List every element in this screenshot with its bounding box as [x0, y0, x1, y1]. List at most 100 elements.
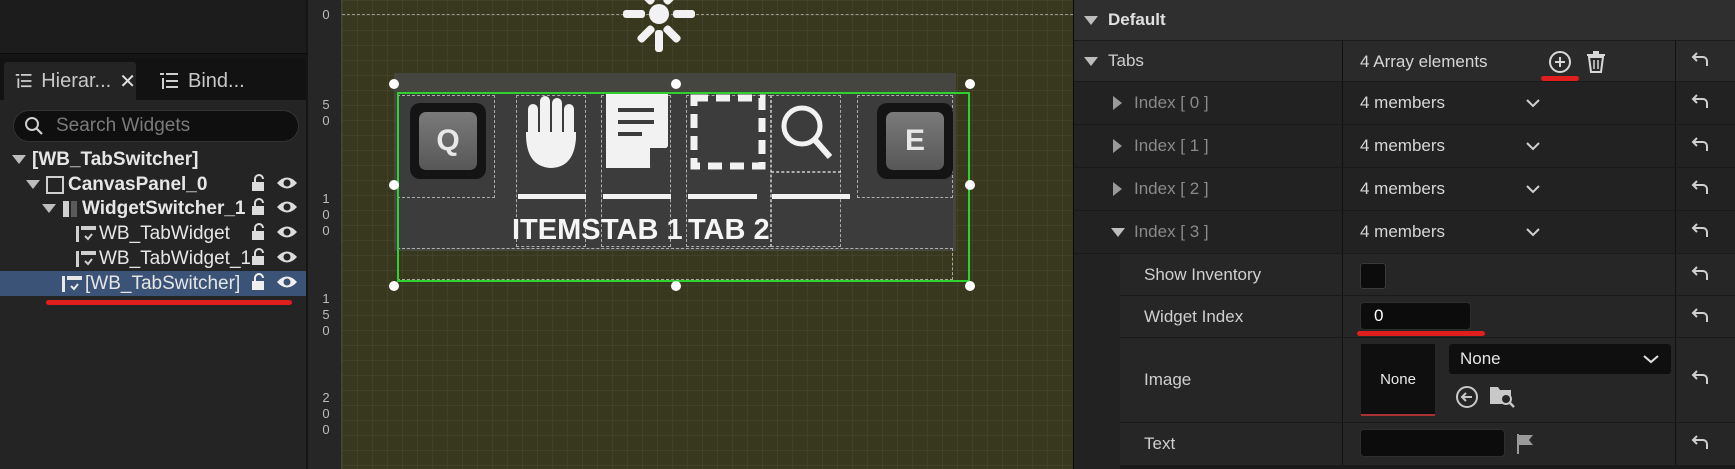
expand-arrow-icon[interactable] — [42, 204, 56, 213]
tree-item-label: WB_TabWidget_1 — [99, 247, 251, 269]
reset-arrow-icon[interactable] — [1689, 135, 1711, 157]
browse-asset-icon[interactable] — [1489, 383, 1517, 409]
vertical-ruler: 0 5 0 1 0 0 1 5 0 2 0 0 — [308, 0, 342, 469]
tab-hierarchy[interactable]: Hierar... ✕ — [4, 62, 136, 100]
chevron-down-icon[interactable] — [1526, 141, 1540, 151]
throbber-icon — [623, 0, 695, 52]
unlock-icon[interactable] — [250, 273, 268, 291]
property-name: Tabs — [1108, 51, 1144, 70]
chevron-down-icon[interactable] — [1526, 98, 1540, 108]
unlock-icon[interactable] — [250, 198, 268, 216]
ruler-digit: 1 — [322, 191, 330, 206]
image-asset-dropdown[interactable]: None — [1449, 344, 1671, 374]
add-element-icon[interactable] — [1548, 50, 1572, 74]
eye-icon[interactable] — [276, 224, 298, 240]
expand-arrow-icon[interactable] — [1113, 96, 1122, 110]
expand-arrow-icon[interactable] — [12, 155, 26, 164]
design-canvas[interactable]: Q E ITEMS TAB 1 TAB 2 — [342, 0, 1078, 469]
details-panel: Default Tabs 4 Array elements Index [ 0 … — [1073, 0, 1735, 469]
tree-item-label: WB_TabWidget — [99, 222, 230, 244]
widget-index-input[interactable]: 0 — [1360, 302, 1471, 330]
tree-item-label: [WB_TabSwitcher] — [32, 148, 199, 170]
use-selected-asset-icon[interactable] — [1455, 385, 1479, 409]
list-icon — [160, 73, 178, 89]
canvas-panel-icon — [46, 175, 64, 194]
expand-arrow-icon[interactable] — [1113, 182, 1122, 196]
hierarchy-tabbar: Hierar... ✕ Bind... — [0, 58, 306, 100]
reset-arrow-icon[interactable] — [1689, 178, 1711, 200]
red-annotation-underline — [46, 300, 292, 305]
reset-arrow-icon[interactable] — [1689, 92, 1711, 114]
resize-handle[interactable] — [965, 180, 975, 190]
trash-icon[interactable] — [1585, 50, 1607, 74]
reset-arrow-icon[interactable] — [1689, 306, 1711, 328]
property-name: Show Inventory — [1144, 264, 1262, 284]
reset-arrow-icon[interactable] — [1689, 50, 1711, 72]
designer-viewport[interactable]: 0 5 0 1 0 0 1 5 0 2 0 0 Q E ITEMS TAB 1 … — [308, 0, 1078, 469]
resize-handle[interactable] — [965, 79, 975, 89]
row-icons — [250, 223, 298, 241]
resize-handle[interactable] — [671, 281, 681, 291]
resize-handle[interactable] — [965, 281, 975, 291]
resize-handle[interactable] — [671, 79, 681, 89]
property-text: Text — [1120, 423, 1735, 465]
ruler-digit: 0 — [322, 323, 330, 338]
eye-icon[interactable] — [276, 175, 298, 191]
tab-hierarchy-label: Hierar... — [41, 69, 112, 92]
expand-arrow-icon[interactable] — [1113, 139, 1122, 153]
property-index-1[interactable]: Index [ 1 ] 4 members — [1074, 125, 1735, 167]
expand-arrow-icon[interactable] — [26, 180, 40, 189]
row-icons — [250, 174, 298, 192]
hierarchy-tree: [WB_TabSwitcher] CanvasPanel_0 WidgetSwi… — [0, 100, 306, 469]
category-header-default[interactable]: Default — [1074, 0, 1735, 40]
show-inventory-checkbox[interactable] — [1360, 263, 1386, 289]
resize-handle[interactable] — [389, 79, 399, 89]
user-widget-icon — [76, 225, 96, 242]
unlock-icon[interactable] — [250, 174, 268, 192]
close-icon[interactable]: ✕ — [119, 69, 136, 94]
collapse-arrow-icon[interactable] — [1084, 56, 1098, 66]
chevron-down-icon — [1643, 355, 1659, 364]
property-image: Image None None — [1120, 338, 1735, 422]
eye-icon[interactable] — [276, 274, 298, 290]
property-value: 4 members — [1360, 179, 1446, 198]
reset-arrow-icon[interactable] — [1689, 433, 1711, 455]
ruler-digit: 0 — [322, 223, 330, 238]
collapse-arrow-icon[interactable] — [1111, 227, 1125, 237]
tree-item-tabwidget-1[interactable]: WB_TabWidget_1 — [0, 246, 306, 271]
text-input[interactable] — [1360, 429, 1505, 457]
chevron-down-icon[interactable] — [1526, 184, 1540, 194]
property-index-2[interactable]: Index [ 2 ] 4 members — [1074, 168, 1735, 210]
red-annotation-underline — [1541, 76, 1579, 81]
resize-handle[interactable] — [389, 180, 399, 190]
tree-item-widgetswitcher[interactable]: WidgetSwitcher_1 — [0, 196, 306, 221]
unlock-icon[interactable] — [250, 223, 268, 241]
row-icons — [250, 273, 298, 291]
property-show-inventory: Show Inventory — [1120, 254, 1735, 295]
reset-arrow-icon[interactable] — [1689, 221, 1711, 243]
reset-arrow-icon[interactable] — [1689, 368, 1711, 390]
indent-strip — [1074, 254, 1120, 469]
resize-handle[interactable] — [389, 281, 399, 291]
ruler-digit: 1 — [322, 291, 330, 306]
unlock-icon[interactable] — [250, 248, 268, 266]
search-input[interactable] — [56, 115, 276, 137]
chevron-down-icon[interactable] — [1526, 227, 1540, 237]
property-index-0[interactable]: Index [ 0 ] 4 members — [1074, 82, 1735, 124]
tree-item-root[interactable]: [WB_TabSwitcher] — [0, 147, 306, 172]
tab-bindings[interactable]: Bind... — [148, 62, 268, 100]
image-thumbnail[interactable]: None — [1361, 344, 1435, 416]
tree-item-tabwidget[interactable]: WB_TabWidget — [0, 221, 306, 246]
palette-area — [0, 0, 306, 54]
collapse-arrow-icon[interactable] — [1084, 15, 1098, 25]
eye-icon[interactable] — [276, 249, 298, 265]
property-name: Index [ 3 ] — [1134, 222, 1209, 241]
eye-icon[interactable] — [276, 199, 298, 215]
property-value: 4 members — [1360, 93, 1446, 112]
property-index-3[interactable]: Index [ 3 ] 4 members — [1074, 211, 1735, 253]
tree-item-tabswitcher-selected[interactable]: [WB_TabSwitcher] — [0, 271, 306, 296]
localization-flag-icon[interactable] — [1515, 433, 1535, 455]
tree-item-canvaspanel[interactable]: CanvasPanel_0 — [0, 172, 306, 197]
row-icons — [250, 198, 298, 216]
reset-arrow-icon[interactable] — [1689, 264, 1711, 286]
